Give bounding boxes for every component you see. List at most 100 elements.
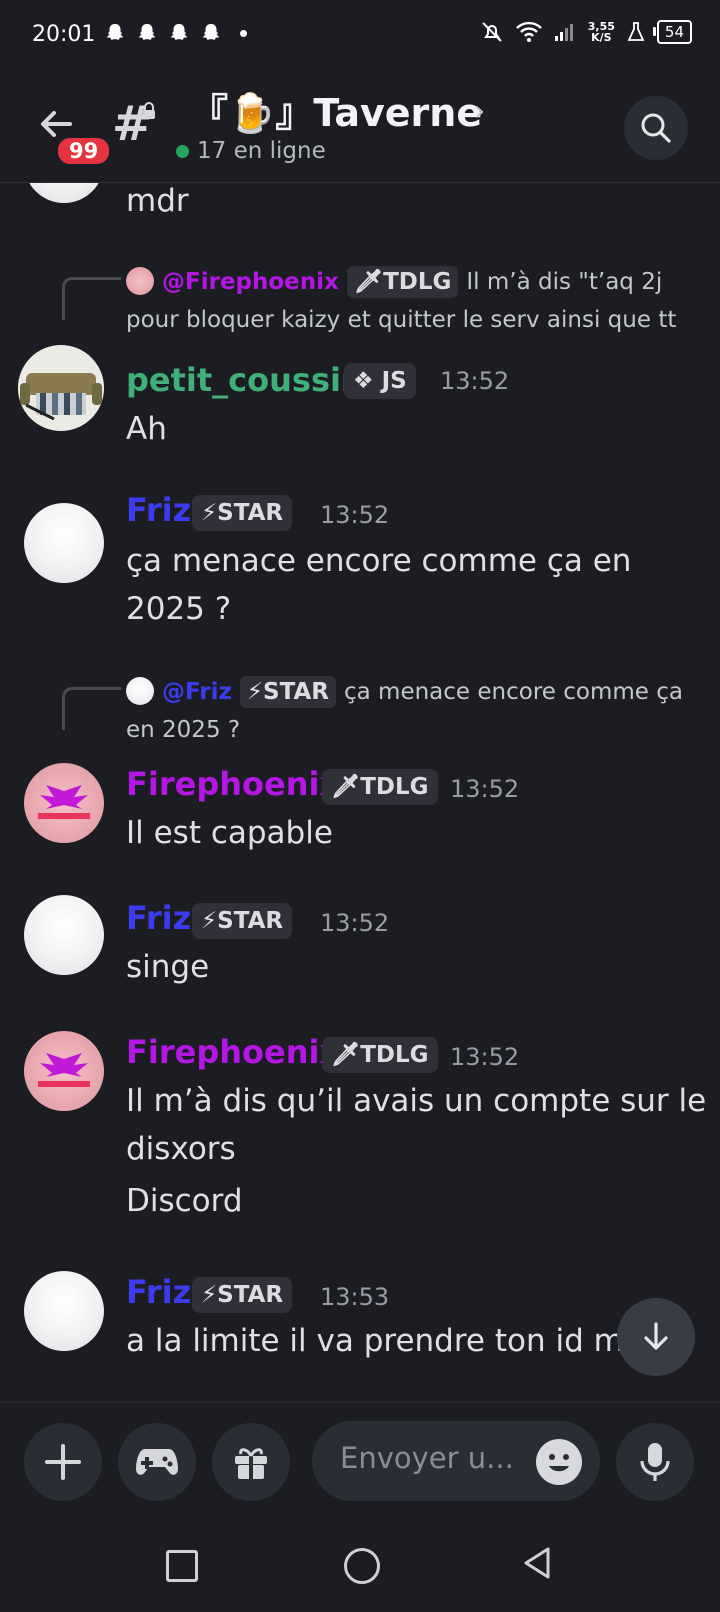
jump-to-bottom-button[interactable] bbox=[617, 1298, 695, 1376]
role-tag[interactable]: ⚡STAR bbox=[192, 903, 293, 939]
message-author[interactable]: petit_coussin bbox=[126, 361, 364, 399]
voice-button[interactable] bbox=[616, 1423, 694, 1501]
message-text: ça menace encore comme ça en 2025 ? bbox=[126, 537, 631, 633]
avatar[interactable] bbox=[24, 183, 104, 203]
signal-icon bbox=[554, 24, 573, 41]
message-line: disxors bbox=[126, 1131, 236, 1167]
attach-button[interactable] bbox=[24, 1423, 102, 1501]
reply-author: @Firephoenix bbox=[162, 269, 339, 295]
role-tag[interactable]: 🗡TDLG bbox=[322, 769, 438, 805]
status-bar: 20:01 3,55 K/S 54 bbox=[0, 0, 720, 72]
snapchat-icon bbox=[138, 23, 156, 40]
lock-icon bbox=[143, 102, 155, 119]
bell-off-icon bbox=[482, 22, 502, 42]
message-input[interactable]: Envoyer u... bbox=[312, 1421, 600, 1501]
online-dot bbox=[176, 144, 189, 158]
reply-text-line2: en 2025 ? bbox=[126, 717, 241, 743]
chevron-right-icon[interactable]: › bbox=[474, 94, 485, 127]
search-button[interactable] bbox=[624, 96, 688, 160]
role-tag[interactable]: ⚡STAR bbox=[192, 1277, 293, 1313]
gift-icon bbox=[235, 1448, 267, 1479]
message-time: 13:52 bbox=[320, 501, 390, 529]
message-author[interactable]: Firephoenix bbox=[126, 765, 340, 803]
channel-header: 99 # 『🍺』Taverne › 17 en ligne bbox=[0, 72, 720, 183]
message-author[interactable]: Friz bbox=[126, 491, 191, 529]
snapchat-icon bbox=[170, 23, 188, 40]
message-author[interactable]: Firephoenix bbox=[126, 1033, 340, 1071]
avatar-image bbox=[38, 785, 90, 819]
avatar[interactable] bbox=[24, 1271, 104, 1351]
unread-badge: 99 bbox=[54, 134, 114, 168]
message-time: 13:52 bbox=[450, 775, 520, 803]
message-text: mdr bbox=[126, 183, 189, 219]
role-tag[interactable]: ❖ JS bbox=[344, 363, 416, 399]
avatar[interactable] bbox=[24, 1031, 104, 1111]
snapchat-icon bbox=[106, 23, 124, 40]
activities-button[interactable] bbox=[118, 1423, 196, 1501]
reply-role-tag: 🗡TDLG bbox=[346, 266, 459, 298]
channel-title[interactable]: 『🍺』Taverne bbox=[190, 82, 482, 137]
avatar[interactable] bbox=[18, 345, 104, 431]
message-text: Ah bbox=[126, 411, 167, 447]
reply-text: ça menace encore comme ça bbox=[344, 679, 683, 705]
message-line: 2025 ? bbox=[126, 591, 232, 627]
network-speed: 3,55 K/S bbox=[588, 21, 615, 43]
more-notifications-dot bbox=[240, 29, 247, 37]
message-time: 13:53 bbox=[320, 1283, 390, 1311]
mic-icon bbox=[640, 1443, 670, 1481]
avatar[interactable] bbox=[24, 895, 104, 975]
reply-preview[interactable]: @Firephoenix 🗡TDLG Il m’à dis "t’aq 2j pou… bbox=[126, 263, 696, 339]
recents-button[interactable] bbox=[166, 1550, 198, 1582]
message-author[interactable]: Friz bbox=[126, 899, 191, 937]
reply-text: Il m’à dis "t’aq 2j bbox=[466, 269, 663, 295]
nav-back-icon[interactable] bbox=[522, 1546, 552, 1580]
reply-text-line2: pour bloquer kaizy et quitter le serv ai… bbox=[126, 307, 677, 333]
reply-author: @Friz bbox=[162, 679, 232, 705]
role-tag[interactable]: ⚡STAR bbox=[192, 495, 293, 531]
flask-icon bbox=[627, 22, 645, 41]
message-time: 13:52 bbox=[440, 367, 510, 395]
plus-icon bbox=[45, 1444, 81, 1480]
reply-avatar bbox=[126, 267, 154, 295]
message-line: ça menace encore comme ça en bbox=[126, 543, 632, 579]
avatar[interactable] bbox=[24, 503, 104, 583]
message-text: singe bbox=[126, 949, 210, 985]
system-nav-bar bbox=[0, 1502, 720, 1612]
role-tag[interactable]: 🗡TDLG bbox=[322, 1037, 438, 1073]
reply-avatar bbox=[126, 677, 154, 705]
search-icon bbox=[641, 113, 671, 143]
reply-role-tag: ⚡STAR bbox=[239, 676, 336, 708]
status-time: 20:01 bbox=[32, 22, 96, 47]
message-time: 13:52 bbox=[320, 909, 390, 937]
message-input-placeholder: Envoyer u... bbox=[340, 1441, 514, 1475]
online-count: 17 en ligne bbox=[176, 138, 326, 164]
battery-indicator: 54 bbox=[652, 20, 692, 44]
message-text: a la limite il va prendre ton id mais il bbox=[126, 1323, 695, 1359]
emoji-icon bbox=[549, 1454, 569, 1472]
message-text: Il est capable bbox=[126, 815, 333, 851]
online-label: 17 en ligne bbox=[197, 138, 326, 164]
gamepad-icon bbox=[136, 1449, 178, 1475]
notification-icons bbox=[104, 22, 247, 44]
reply-connector bbox=[62, 277, 121, 320]
snapchat-icon bbox=[202, 23, 220, 40]
message-composer: Envoyer u... bbox=[0, 1402, 720, 1503]
message-line: Discord bbox=[126, 1183, 243, 1219]
wifi-icon bbox=[515, 21, 542, 42]
home-button[interactable] bbox=[344, 1548, 380, 1584]
message-author[interactable]: Friz bbox=[126, 1273, 191, 1311]
emoji-button[interactable] bbox=[536, 1439, 582, 1485]
speed-unit: K/S bbox=[591, 31, 612, 44]
avatar[interactable] bbox=[24, 763, 104, 843]
system-icons: 3,55 K/S 54 bbox=[480, 20, 692, 44]
reply-preview[interactable]: @Friz ⚡STAR ça menace encore comme ça en 2… bbox=[126, 673, 696, 749]
gift-button[interactable] bbox=[212, 1423, 290, 1501]
arrow-down-icon bbox=[644, 1322, 668, 1350]
message-line: Il m’à dis qu’il avais un compte sur le bbox=[126, 1083, 707, 1119]
avatar-image bbox=[38, 1053, 90, 1087]
reply-connector bbox=[62, 687, 121, 730]
message-text: Il m’à dis qu’il avais un compte sur le … bbox=[126, 1077, 706, 1225]
message-list[interactable]: mdr @Firephoenix 🗡TDLG Il m’à dis "t’aq 2j… bbox=[0, 183, 720, 1401]
message-time: 13:52 bbox=[450, 1043, 520, 1071]
avatar-image bbox=[18, 345, 104, 431]
